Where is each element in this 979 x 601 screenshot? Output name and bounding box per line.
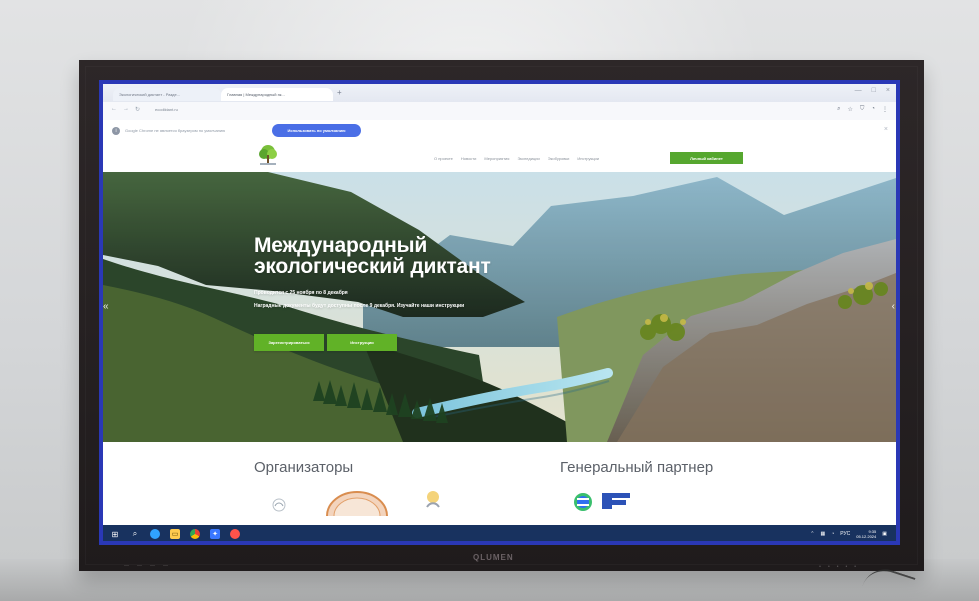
- register-button[interactable]: Зарегистрироваться: [254, 334, 324, 351]
- forward-icon[interactable]: →: [123, 106, 129, 113]
- hero-title: Международный экологический диктант: [254, 235, 491, 277]
- bezel-mark-2: —: [137, 563, 142, 569]
- use-default-button[interactable]: Использовать по умолчанию: [272, 124, 361, 137]
- address-bar[interactable]: ecodiktant.ru: [155, 107, 178, 112]
- taskbar-date: 05.12.2024: [856, 534, 877, 539]
- nav-item-eco-tours[interactable]: Экобуровки: [548, 156, 570, 161]
- mountain-landscape-image: [103, 172, 896, 442]
- taskbar-clock[interactable]: 9:35 05.12.2024: [856, 529, 876, 539]
- monitor-screen: Экологический диктант - Разде... Главная…: [99, 80, 900, 545]
- back-icon[interactable]: ←: [111, 106, 117, 113]
- browser-tab-strip: Экологический диктант - Разде... Главная…: [103, 84, 896, 103]
- taskbar-left-icons: ⊞ ⌕ ▭ ✦: [110, 529, 240, 539]
- browser-tab-2[interactable]: Главная | Международный эк...: [221, 88, 333, 101]
- site-logo[interactable]: [254, 144, 282, 169]
- bezel-markings-left: — — — —: [124, 563, 168, 569]
- instructions-button[interactable]: Инструкции: [327, 334, 397, 351]
- tray-arrow-icon[interactable]: ⌃: [810, 531, 814, 537]
- partner-heading: Генеральный партнер: [560, 459, 714, 476]
- hero-title-line-2: экологический диктант: [254, 255, 491, 278]
- red-app-icon[interactable]: [230, 529, 240, 539]
- speaker-icon[interactable]: ◔: [831, 531, 834, 537]
- profile-icon[interactable]: ◔: [871, 106, 875, 113]
- partner-logo: [574, 493, 630, 511]
- notice-text: Google Chrome не является браузером по у…: [125, 128, 226, 133]
- organizers-heading: Организаторы: [254, 459, 354, 476]
- nav-item-expeditions[interactable]: Экспедиции: [517, 156, 539, 161]
- led-dot-1: •: [819, 564, 821, 570]
- led-dot-4: •: [845, 564, 848, 570]
- maximize-icon[interactable]: □: [872, 87, 876, 94]
- nav-item-instructions[interactable]: Инструкции: [577, 156, 599, 161]
- organizer-logo-1: [272, 498, 286, 512]
- zoom-icon[interactable]: ⌕: [837, 106, 840, 113]
- browser-navigation: ← → ↻: [111, 106, 140, 113]
- notification-icon[interactable]: ▣: [882, 531, 887, 537]
- hero-award-text: Наградные документы будут доступны после…: [254, 303, 465, 309]
- network-icon[interactable]: ▦: [820, 531, 825, 537]
- monitor-brand: QLUMEN: [473, 553, 514, 562]
- windows-start-icon[interactable]: ⊞: [110, 529, 120, 539]
- language-indicator[interactable]: РУС: [840, 531, 850, 537]
- bezel-mark-3: —: [150, 563, 155, 569]
- personal-account-button[interactable]: Личный кабинет: [670, 152, 743, 164]
- site-navigation: О проекте Новости Мероприятия Экспедиции…: [434, 156, 599, 161]
- notice-close-icon[interactable]: ×: [884, 126, 888, 133]
- carousel-next-icon[interactable]: ‹: [892, 301, 895, 312]
- led-dot-5: •: [854, 564, 856, 570]
- hero-banner: « ‹ Международный экологический диктант …: [103, 172, 896, 442]
- folder-icon[interactable]: ▭: [170, 529, 180, 539]
- browser-tab-1-label: Экологический диктант - Разде...: [119, 92, 181, 97]
- hero-date-text: Проводится с 25 ноября по 8 декабря: [254, 290, 348, 296]
- site-header: О проекте Новости Мероприятия Экспедиции…: [103, 141, 896, 172]
- hero-title-line-1: Международный: [254, 234, 428, 257]
- nav-item-news[interactable]: Новости: [461, 156, 476, 161]
- organizer-logo-3: [426, 491, 440, 508]
- menu-icon[interactable]: ⋮: [882, 106, 888, 113]
- browser-tab-2-label: Главная | Международный эк...: [227, 92, 285, 97]
- star-icon[interactable]: ☆: [847, 106, 852, 113]
- led-dot-2: •: [827, 564, 830, 570]
- organizer-logo-2: [326, 491, 388, 517]
- taskbar-system-tray: ⌃ ▦ ◔ РУС 9:35 05.12.2024 ▣: [810, 529, 887, 539]
- browser-tab-1[interactable]: Экологический диктант - Разде...: [113, 88, 221, 101]
- default-browser-notice: i Google Chrome не является браузером по…: [103, 120, 896, 142]
- nav-item-about[interactable]: О проекте: [434, 156, 453, 161]
- bezel-leds-right: • • • • •: [819, 564, 856, 570]
- browser-address-row: ← → ↻ ecodiktant.ru ⌕ ☆ ⛉ ◔ ⋮: [103, 102, 896, 121]
- page-content: Организаторы Генеральный партнер: [103, 442, 896, 517]
- led-dot-3: •: [836, 564, 839, 570]
- app-icon[interactable]: ✦: [210, 529, 220, 539]
- edge-icon[interactable]: [150, 529, 160, 539]
- bezel-mark-1: —: [124, 563, 129, 569]
- nav-item-events[interactable]: Мероприятия: [484, 156, 509, 161]
- search-icon[interactable]: ⌕: [130, 529, 140, 539]
- info-icon: i: [112, 127, 120, 135]
- close-icon[interactable]: ×: [886, 87, 890, 94]
- chrome-icon[interactable]: [190, 529, 200, 539]
- new-tab-icon[interactable]: +: [337, 88, 342, 97]
- carousel-prev-icon[interactable]: «: [103, 301, 109, 312]
- shield-icon[interactable]: ⛉: [860, 106, 865, 113]
- bezel-mark-4: —: [163, 563, 168, 569]
- display-monitor: Экологический диктант - Разде... Главная…: [79, 60, 924, 571]
- browser-toolbar-icons: ⌕ ☆ ⛉ ◔ ⋮: [837, 106, 888, 113]
- minimize-icon[interactable]: —: [855, 87, 862, 94]
- window-controls: — □ ×: [855, 87, 890, 94]
- reload-icon[interactable]: ↻: [135, 106, 140, 113]
- windows-taskbar: ⊞ ⌕ ▭ ✦ ⌃ ▦ ◔ РУС 9:35 05.12.2024 ▣: [103, 525, 896, 541]
